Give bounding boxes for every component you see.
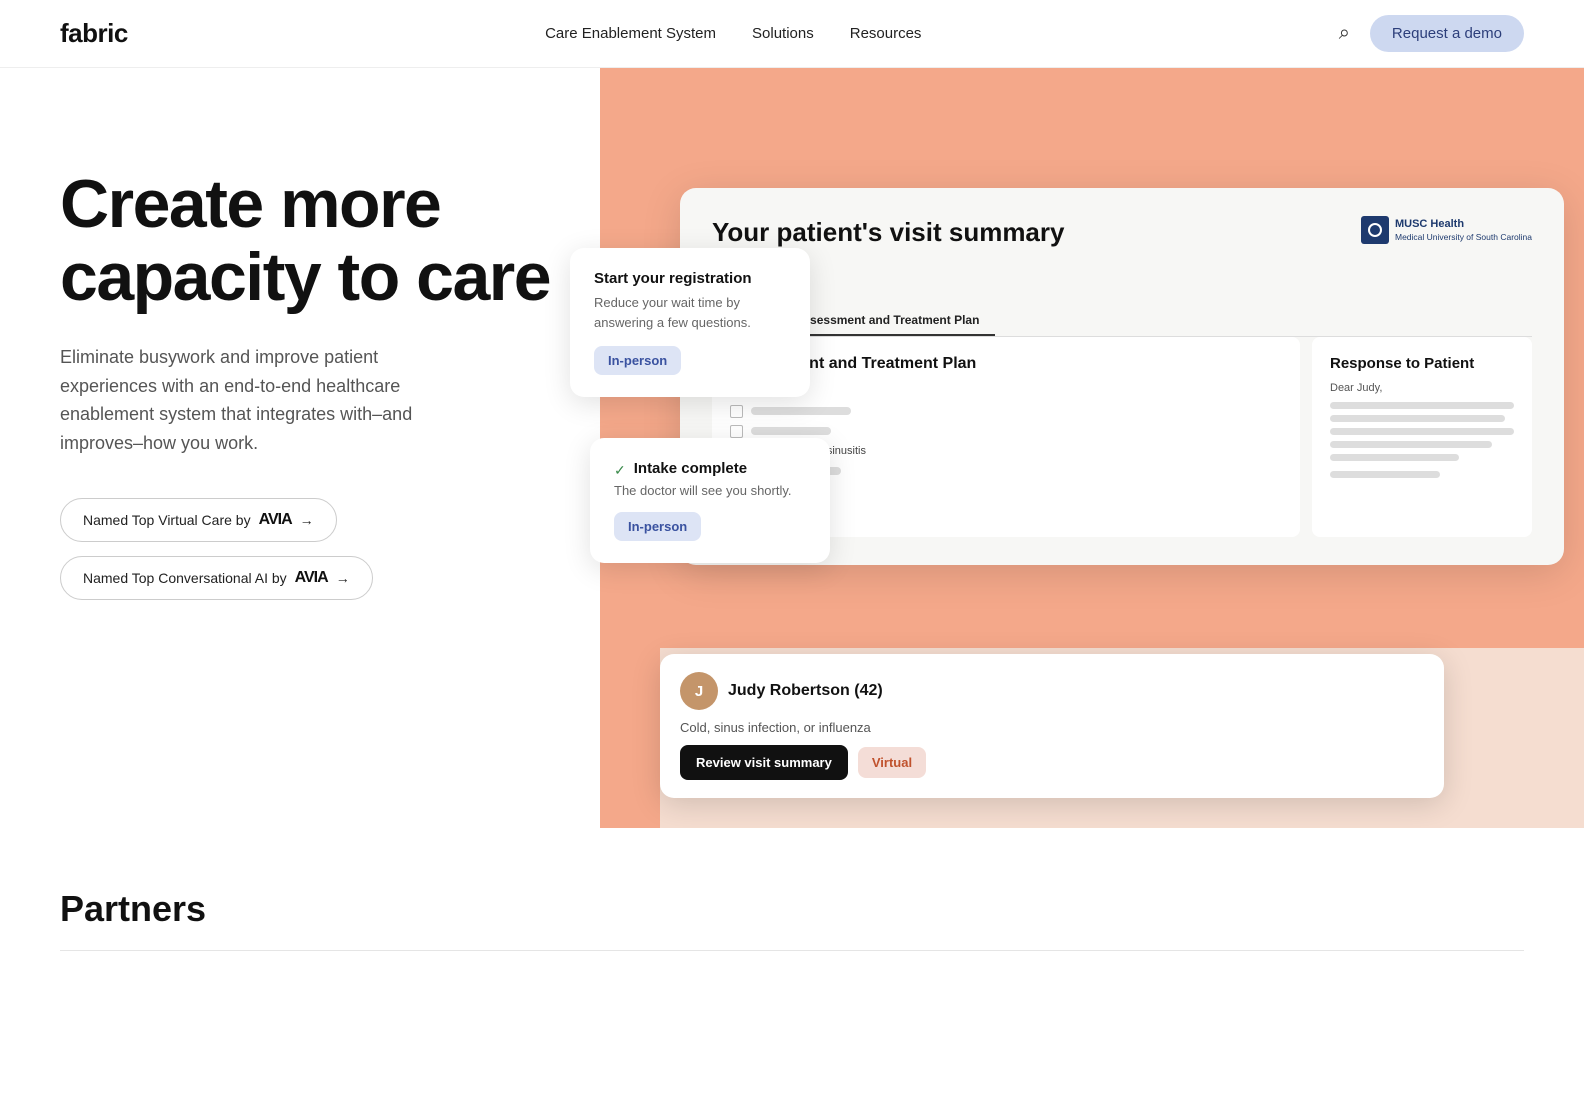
nav-links: Care Enablement System Solutions Resourc… <box>545 25 921 42</box>
visit-tab-bar: Set up Assessment and Treatment Plan <box>712 306 1532 337</box>
virtual-badge[interactable]: Virtual <box>858 747 926 778</box>
intake-card: ✓ Intake complete The doctor will see yo… <box>590 438 830 563</box>
navbar: fabric Care Enablement System Solutions … <box>0 0 1584 68</box>
avia-logo-2: AVIA <box>295 569 328 587</box>
popup-avatar: J <box>680 672 718 710</box>
partners-title: Partners <box>60 888 1524 930</box>
visit-summary-title: Your patient's visit summary <box>712 216 1064 250</box>
check-line-1 <box>751 407 851 415</box>
avia-logo-1: AVIA <box>259 511 292 529</box>
arrow-icon-2: → <box>336 570 350 586</box>
avia-virtual-care-button[interactable]: Named Top Virtual Care by AVIA → <box>60 498 337 542</box>
assessment-panel-title: Assessment and Treatment Plan <box>730 355 1282 373</box>
review-visit-summary-button[interactable]: Review visit summary <box>680 745 848 780</box>
popup-patient-name: Judy Robertson (42) <box>728 682 883 700</box>
registration-card: Start your registration Reduce your wait… <box>570 248 810 397</box>
response-line-4 <box>1330 441 1492 448</box>
musc-text-block: MUSC Health Medical University of South … <box>1395 218 1532 241</box>
intake-inperson-badge[interactable]: In-person <box>614 512 701 541</box>
intake-title: Intake complete <box>634 460 747 477</box>
popup-patient-row: J Judy Robertson (42) <box>680 672 1424 710</box>
visit-patient-row: J Judy (42) <box>712 262 1532 290</box>
registration-title: Start your registration <box>594 270 786 287</box>
response-title: Response to Patient <box>1330 355 1514 372</box>
request-demo-button[interactable]: Request a demo <box>1370 15 1524 52</box>
visit-card-header: Your patient's visit summary MUSC Health… <box>712 216 1532 250</box>
response-line-1 <box>1330 402 1514 409</box>
nav-link-solutions[interactable]: Solutions <box>752 25 814 42</box>
intake-check-icon: ✓ <box>614 462 626 479</box>
musc-icon <box>1361 216 1389 244</box>
hero-right: Your patient's visit summary MUSC Health… <box>600 148 1524 828</box>
search-icon[interactable]: ⌕ <box>1339 22 1350 45</box>
partners-section: Partners <box>0 828 1584 981</box>
response-line-5 <box>1330 454 1459 461</box>
response-line-2 <box>1330 415 1505 422</box>
response-line-6 <box>1330 471 1440 478</box>
arrow-icon-1: → <box>300 512 314 528</box>
avia-virtual-label: Named Top Virtual Care by <box>83 512 251 528</box>
popup-patient-info: Judy Robertson (42) <box>728 682 883 700</box>
avia-ai-button[interactable]: Named Top Conversational AI by AVIA → <box>60 556 373 600</box>
visit-content: Assessment and Treatment Plan Assessment… <box>712 337 1532 537</box>
popup-condition: Cold, sinus infection, or influenza <box>680 720 1424 735</box>
hero-description: Eliminate busywork and improve patient e… <box>60 343 480 458</box>
visit-title-text: Your patient's visit summary <box>712 216 1064 250</box>
nav-link-resources[interactable]: Resources <box>850 25 922 42</box>
musc-icon-inner <box>1368 223 1382 237</box>
registration-inperson-badge[interactable]: In-person <box>594 346 681 375</box>
assessment-label: Assessment <box>730 385 1282 397</box>
avia-ai-label: Named Top Conversational AI by <box>83 570 287 586</box>
hero-left: Create more capacity to care Eliminate b… <box>60 148 580 600</box>
checkbox-1[interactable] <box>730 405 743 418</box>
response-panel: Response to Patient Dear Judy, <box>1312 337 1532 537</box>
nav-link-care[interactable]: Care Enablement System <box>545 25 716 42</box>
check-row-1 <box>730 405 1282 418</box>
response-dear: Dear Judy, <box>1330 382 1514 394</box>
registration-desc: Reduce your wait time by answering a few… <box>594 293 786 332</box>
checkbox-2[interactable] <box>730 425 743 438</box>
intake-desc: The doctor will see you shortly. <box>614 483 806 498</box>
popup-actions: Review visit summary Virtual <box>680 745 1424 780</box>
check-row-2 <box>730 425 1282 438</box>
check-line-2 <box>751 427 831 435</box>
logo[interactable]: fabric <box>60 18 128 49</box>
partners-divider <box>60 950 1524 951</box>
nav-right: ⌕ Request a demo <box>1339 15 1524 52</box>
hero-section: Create more capacity to care Eliminate b… <box>0 68 1584 828</box>
response-line-3 <box>1330 428 1514 435</box>
musc-health-label: MUSC Health <box>1395 218 1532 231</box>
tab-assessment[interactable]: Assessment and Treatment Plan <box>779 306 996 336</box>
musc-subtext: Medical University of South Carolina <box>1395 232 1532 242</box>
hero-badges: Named Top Virtual Care by AVIA → Named T… <box>60 498 580 600</box>
musc-logo: MUSC Health Medical University of South … <box>1361 216 1532 244</box>
hero-title: Create more capacity to care <box>60 168 580 315</box>
intake-check-row: ✓ Intake complete <box>614 460 806 479</box>
patient-popup-card: J Judy Robertson (42) Cold, sinus infect… <box>660 654 1444 798</box>
